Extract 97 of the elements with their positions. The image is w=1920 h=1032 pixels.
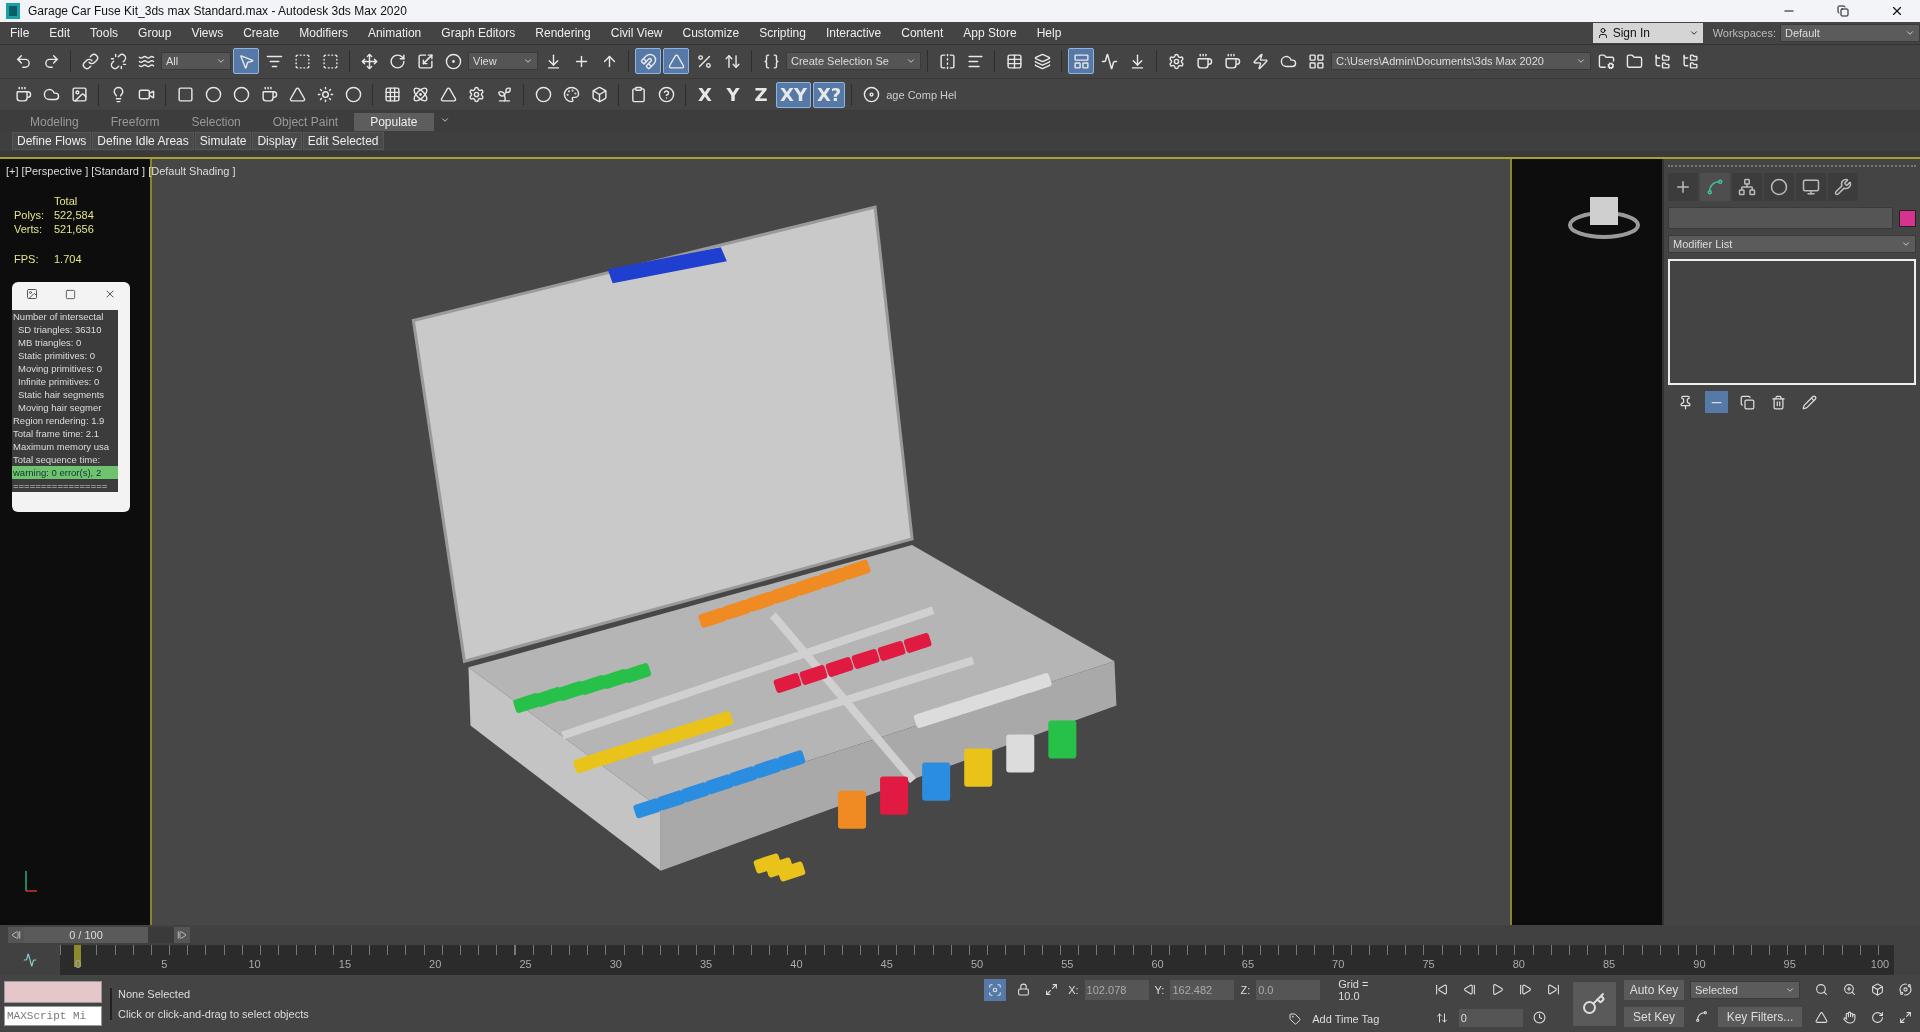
- frame-number: 35: [699, 957, 713, 972]
- stat-label: FPS:: [14, 253, 40, 266]
- frame-number: 5: [161, 957, 168, 972]
- prompt-text: Click or click-and-drag to select objects: [118, 1007, 310, 1020]
- axis-constraint-button[interactable]: Y: [720, 81, 746, 108]
- frame-number: 90: [1693, 957, 1706, 972]
- grid-size: Grid = 10.0: [1338, 977, 1370, 1002]
- stat-value: 1.704: [54, 253, 83, 266]
- sign-in-dropdown[interactable]: Sign In: [1592, 22, 1703, 43]
- frame-number: 50: [970, 957, 984, 972]
- frame-number: 55: [1061, 957, 1074, 972]
- add-time-tag[interactable]: Add Time Tag: [1312, 1012, 1380, 1025]
- window-title: Garage Car Fuse Kit_3ds max Standard.max - Autodesk 3ds Max 2020: [28, 4, 408, 18]
- frame-number: 15: [338, 957, 351, 972]
- frame-number: 60: [1151, 957, 1164, 972]
- frame-number: 95: [1783, 957, 1796, 972]
- menu-item[interactable]: Create: [233, 25, 290, 40]
- stat-value: 522,584: [54, 209, 95, 222]
- menu-item[interactable]: Tools: [80, 25, 129, 40]
- stat-label: Verts:: [14, 223, 44, 236]
- menu-item[interactable]: File: [0, 25, 40, 40]
- coordinate-label: Y:: [1154, 983, 1165, 996]
- log-line: MB triangles: 0: [17, 336, 83, 350]
- frame-number: 25: [519, 957, 532, 972]
- frame-number: 10: [248, 957, 261, 972]
- menu-item[interactable]: Content: [891, 25, 954, 40]
- menu-item[interactable]: Scripting: [749, 25, 816, 40]
- ribbon-button[interactable]: Simulate: [194, 132, 252, 151]
- log-line: Number of intersectal: [12, 310, 105, 324]
- frame-number: 85: [1602, 957, 1616, 972]
- log-line: Maximum memory usa: [12, 440, 111, 454]
- key-mode-dropdown[interactable]: Selected: [1690, 980, 1800, 999]
- menu-item[interactable]: Modifiers: [289, 25, 358, 40]
- toolbar-label: age Comp Hel: [886, 88, 957, 101]
- dropdown[interactable]: View: [468, 52, 538, 71]
- log-line: Static hair segments: [17, 388, 106, 402]
- ribbon-tab[interactable]: Selection: [175, 113, 257, 132]
- log-line: SD triangles: 36310: [17, 323, 103, 337]
- log-line: Region rendering: 1.9: [12, 414, 106, 428]
- frame-number: 20: [429, 957, 442, 972]
- frame-number: 65: [1241, 957, 1254, 972]
- frame-number: 75: [1422, 957, 1435, 972]
- log-line: Infinite primitives: 0: [17, 375, 101, 389]
- ribbon-button[interactable]: Display: [252, 132, 302, 151]
- menu-item[interactable]: Graph Editors: [431, 25, 526, 40]
- set-key-button[interactable]: Set Key: [1624, 1006, 1684, 1027]
- ribbon-tab[interactable]: Modeling: [14, 113, 95, 132]
- frame-field[interactable]: 0: [1458, 1008, 1523, 1027]
- dropdown[interactable]: C:\Users\Admin\Documents\3ds Max 2020: [1331, 52, 1591, 71]
- dropdown[interactable]: All: [161, 52, 231, 71]
- log-line: =================: [12, 479, 109, 493]
- ribbon-tab[interactable]: Object Paint: [256, 113, 355, 132]
- maxscript-field[interactable]: MAXScript Mi: [4, 1006, 102, 1027]
- axis-constraint-button[interactable]: X?: [812, 81, 846, 108]
- time-slider-thumb[interactable]: 0 / 100: [24, 927, 148, 944]
- stat-value: 521,656: [54, 223, 95, 236]
- menu-item[interactable]: Edit: [39, 25, 81, 40]
- log-line: Moving hair segmer: [17, 401, 103, 415]
- axis-constraint-button[interactable]: Z: [748, 81, 774, 108]
- frame-number: 100: [1870, 957, 1890, 972]
- workspace-dropdown[interactable]: Default: [1780, 23, 1920, 42]
- menu-item[interactable]: App Store: [953, 25, 1027, 40]
- log-line: Total sequence time:: [12, 453, 102, 467]
- log-line: Moving primitives: 0: [17, 362, 103, 376]
- axis-constraint-button[interactable]: X: [692, 81, 718, 108]
- menu-item[interactable]: Rendering: [525, 25, 601, 40]
- dropdown[interactable]: Create Selection Se: [786, 52, 921, 71]
- menu-item[interactable]: Views: [181, 25, 234, 40]
- modifier-list-dropdown[interactable]: Modifier List: [1668, 235, 1916, 254]
- key-filters-button[interactable]: Key Filters...: [1718, 1006, 1802, 1027]
- ribbon-tab[interactable]: Populate: [354, 113, 434, 132]
- viewport-label[interactable]: [+] [Perspective ] [Standard ] [Default Shading ]: [6, 165, 236, 178]
- menu-item[interactable]: Customize: [672, 25, 750, 40]
- stat-label: Polys:: [14, 209, 45, 222]
- menu-item[interactable]: Help: [1026, 25, 1072, 40]
- selection-status: None Selected: [118, 987, 192, 1000]
- ribbon-button[interactable]: Edit Selected: [302, 132, 384, 151]
- menu-item[interactable]: Animation: [357, 25, 432, 40]
- frame-number: 45: [880, 957, 893, 972]
- menu-item[interactable]: Civil View: [600, 25, 673, 40]
- auto-key-button[interactable]: Auto Key: [1624, 979, 1684, 1000]
- menu-item[interactable]: Group: [128, 25, 182, 40]
- menu-item[interactable]: Interactive: [815, 25, 892, 40]
- workspaces-label: Workspaces:: [1711, 26, 1777, 39]
- frame-number: 30: [609, 957, 622, 972]
- frame-number: 80: [1512, 957, 1525, 972]
- ribbon-button[interactable]: Define Flows: [12, 132, 92, 151]
- log-line: Static primitives: 0: [17, 349, 97, 363]
- ribbon-button[interactable]: Define Idle Areas: [92, 132, 194, 151]
- frame-number: 40: [790, 957, 803, 972]
- log-line: Total frame time: 2.1: [12, 427, 101, 441]
- ribbon-tab[interactable]: Freeform: [94, 113, 176, 132]
- coordinate-label: Z:: [1240, 983, 1251, 996]
- axis-constraint-button[interactable]: XY: [776, 81, 811, 108]
- coordinate-label: X:: [1068, 983, 1079, 996]
- stats-header: Total: [54, 195, 79, 208]
- frame-number: 70: [1332, 957, 1345, 972]
